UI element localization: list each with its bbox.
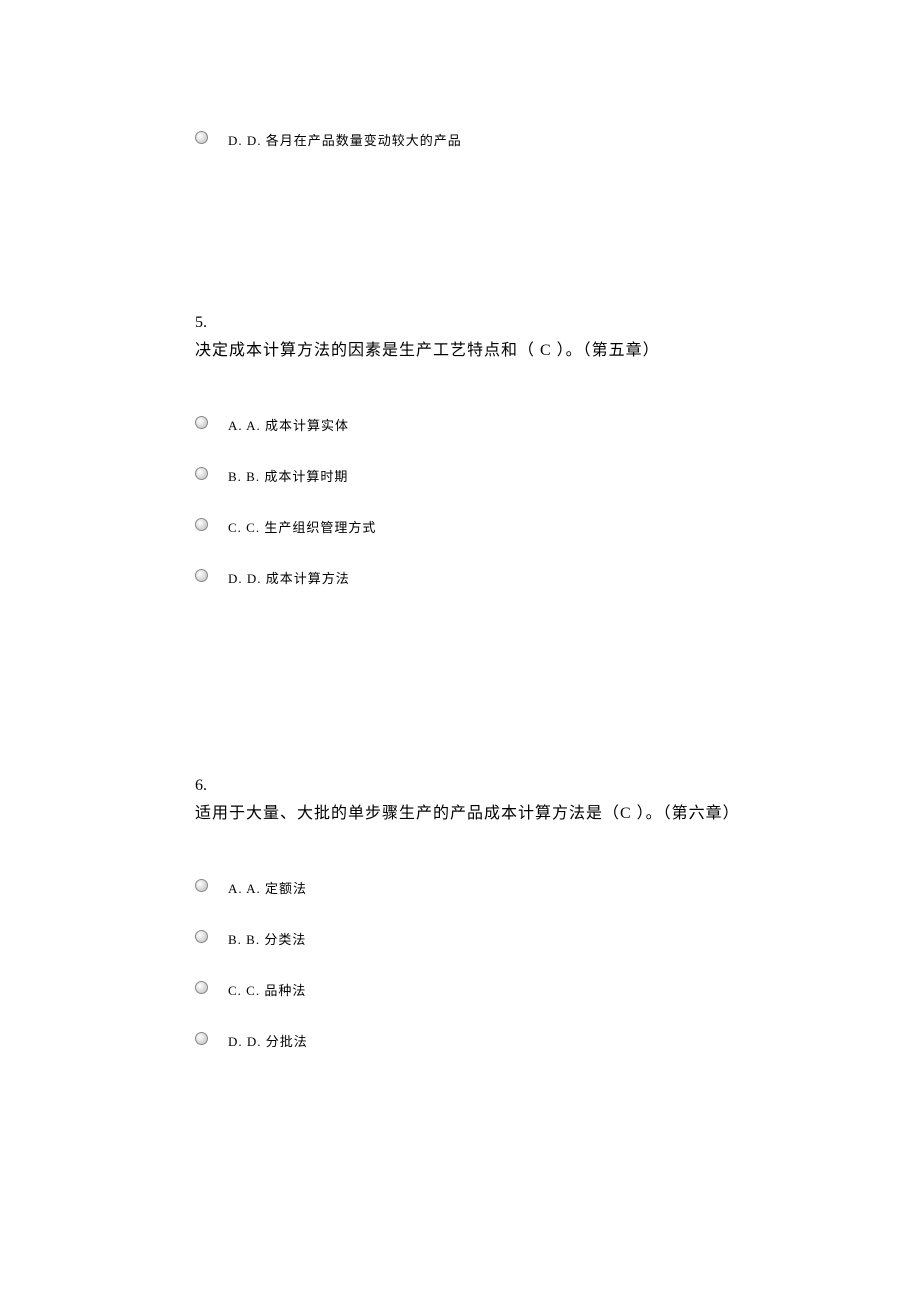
option-row: A. A. 定额法 [195, 878, 920, 897]
options-group: A. A. 成本计算实体 B. B. 成本计算时期 C. C. 生产组织管理方式… [195, 415, 920, 587]
option-row: D. D. 成本计算方法 [195, 568, 920, 587]
option-row: D. D. 各月在产品数量变动较大的产品 [195, 130, 920, 149]
option-a-text: A. A. 成本计算实体 [228, 415, 349, 434]
option-row: B. B. 成本计算时期 [195, 466, 920, 485]
option-row: B. B. 分类法 [195, 929, 920, 948]
option-d-text: D. D. 分批法 [228, 1031, 308, 1050]
question-text: 决定成本计算方法的因素是生产工艺特点和（ C ）。（第五章） [195, 336, 920, 360]
option-row: D. D. 分批法 [195, 1031, 920, 1050]
radio-icon[interactable] [195, 569, 208, 582]
question-text: 适用于大量、大批的单步骤生产的产品成本计算方法是（C ）。（第六章） [195, 799, 920, 823]
option-c-text: C. C. 生产组织管理方式 [228, 517, 376, 536]
option-d-text: D. D. 各月在产品数量变动较大的产品 [228, 130, 462, 149]
option-b-text: B. B. 分类法 [228, 929, 306, 948]
radio-icon[interactable] [195, 879, 208, 892]
radio-icon[interactable] [195, 1032, 208, 1045]
option-row: A. A. 成本计算实体 [195, 415, 920, 434]
radio-icon[interactable] [195, 416, 208, 429]
question-5: 5. 决定成本计算方法的因素是生产工艺特点和（ C ）。（第五章） A. A. … [195, 314, 920, 587]
option-c-text: C. C. 品种法 [228, 980, 306, 999]
question-number: 6. [195, 777, 920, 795]
radio-icon[interactable] [195, 467, 208, 480]
radio-icon[interactable] [195, 981, 208, 994]
options-group: A. A. 定额法 B. B. 分类法 C. C. 品种法 D. D. 分批法 [195, 878, 920, 1050]
option-a-text: A. A. 定额法 [228, 878, 307, 897]
radio-icon[interactable] [195, 131, 208, 144]
option-d-text: D. D. 成本计算方法 [228, 568, 350, 587]
question-number: 5. [195, 314, 920, 332]
question-6: 6. 适用于大量、大批的单步骤生产的产品成本计算方法是（C ）。（第六章） A.… [195, 777, 920, 1050]
radio-icon[interactable] [195, 930, 208, 943]
radio-icon[interactable] [195, 518, 208, 531]
option-row: C. C. 品种法 [195, 980, 920, 999]
document-content: D. D. 各月在产品数量变动较大的产品 5. 决定成本计算方法的因素是生产工艺… [0, 0, 920, 1050]
option-b-text: B. B. 成本计算时期 [228, 466, 348, 485]
option-row: C. C. 生产组织管理方式 [195, 517, 920, 536]
